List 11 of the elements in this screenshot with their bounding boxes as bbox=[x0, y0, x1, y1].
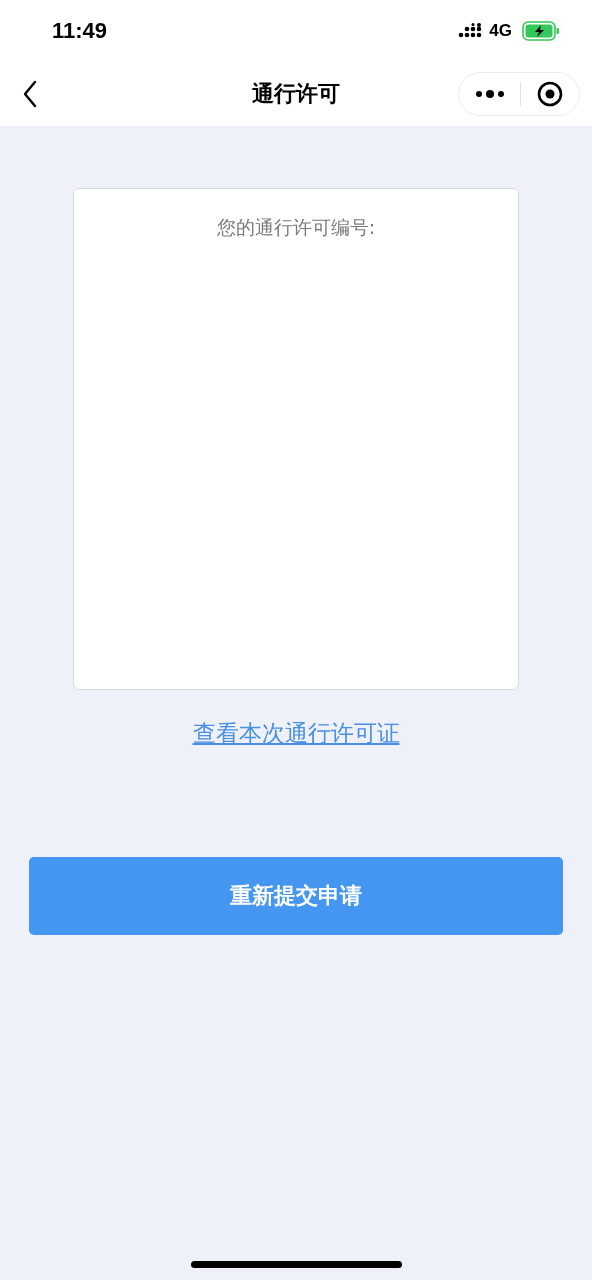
status-time: 11:49 bbox=[52, 18, 108, 44]
close-icon[interactable] bbox=[537, 81, 564, 107]
view-permit-link[interactable]: 查看本次通行许可证 bbox=[192, 718, 400, 749]
more-icon[interactable] bbox=[474, 89, 505, 99]
back-icon[interactable] bbox=[22, 80, 38, 108]
network-label: 4G bbox=[489, 21, 512, 41]
signal-icon bbox=[458, 23, 484, 39]
page-title: 通行许可 bbox=[252, 80, 340, 108]
resubmit-button[interactable]: 重新提交申请 bbox=[29, 857, 563, 935]
permit-number-label: 您的通行许可编号: bbox=[216, 215, 376, 240]
battery-icon bbox=[522, 21, 560, 41]
